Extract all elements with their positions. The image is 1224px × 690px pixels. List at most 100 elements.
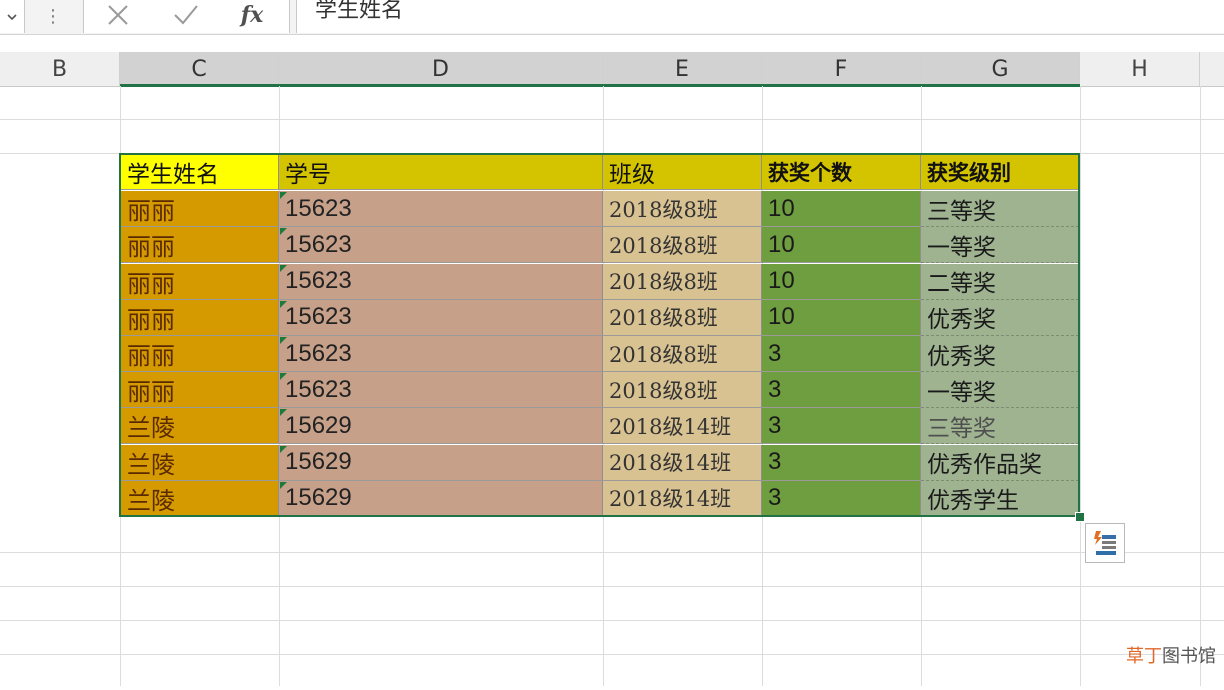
cell-class[interactable]: 2018级8班: [603, 336, 762, 372]
cell-award-count[interactable]: 3: [762, 480, 921, 517]
formula-buttons: fx: [83, 0, 290, 33]
cell-class[interactable]: 2018级8班: [603, 191, 762, 228]
cell-text: 3: [768, 339, 782, 367]
chevron-down-icon: [7, 13, 17, 20]
quick-analysis-button[interactable]: [1085, 523, 1125, 563]
column-header-h[interactable]: H: [1080, 52, 1200, 86]
cell-name[interactable]: 兰陵: [121, 408, 279, 445]
column-header-f[interactable]: F: [762, 52, 921, 86]
cell-name[interactable]: 兰陵: [121, 444, 279, 481]
cancel-button[interactable]: [98, 0, 138, 30]
number-as-text-indicator: [280, 481, 287, 489]
cell-class[interactable]: 2018级14班: [603, 444, 762, 481]
cell-class[interactable]: 2018级8班: [603, 227, 762, 264]
cell-student-id[interactable]: 15623: [279, 227, 603, 264]
number-as-text-indicator: [280, 409, 287, 417]
column-header-e[interactable]: E: [603, 52, 762, 86]
cell-award-count[interactable]: 3: [762, 444, 921, 481]
cell-award-count[interactable]: 10: [762, 263, 921, 300]
cell-student-id[interactable]: 15623: [279, 191, 603, 228]
cell-award-level[interactable]: 二等奖: [921, 263, 1079, 300]
cell-award-count[interactable]: 3: [762, 372, 921, 409]
cell-text: 三等奖: [927, 198, 996, 225]
cell-text: 优秀作品奖: [927, 452, 1042, 479]
quick-analysis-icon: [1094, 531, 1116, 555]
cell-award-level[interactable]: 优秀作品奖: [921, 444, 1079, 481]
cell-text: 15623: [285, 194, 352, 222]
header-cell-class[interactable]: 班级: [603, 155, 762, 191]
cell-text: 丽丽: [127, 305, 175, 334]
cell-text: 2018级8班: [609, 306, 718, 331]
cell-student-id[interactable]: 15629: [279, 444, 603, 481]
cell-text: 一等奖: [927, 379, 996, 406]
header-cell-award-count[interactable]: 获奖个数: [762, 155, 921, 191]
cell-text: 丽丽: [127, 197, 175, 226]
cell-class[interactable]: 2018级8班: [603, 263, 762, 300]
enter-button[interactable]: [166, 0, 206, 30]
column-header-c[interactable]: C: [120, 52, 279, 86]
name-box-dropdown[interactable]: [0, 0, 25, 33]
cell-award-level[interactable]: 优秀学生: [921, 480, 1079, 517]
cell-student-id[interactable]: 15623: [279, 372, 603, 409]
cell-name[interactable]: 丽丽: [121, 299, 279, 336]
cell-name[interactable]: 丽丽: [121, 263, 279, 300]
number-as-text-indicator: [280, 300, 287, 308]
cell-text: 2018级8班: [609, 342, 718, 367]
number-as-text-indicator: [280, 337, 287, 344]
cell-student-id[interactable]: 15623: [279, 263, 603, 300]
cell-text: 2018级14班: [609, 414, 732, 439]
cell-student-id[interactable]: 15623: [279, 336, 603, 372]
cell-award-level[interactable]: 三等奖: [921, 191, 1079, 228]
fill-handle[interactable]: [1075, 512, 1085, 522]
cell-text: 15623: [285, 375, 352, 403]
cell-text: 兰陵: [127, 450, 175, 479]
cell-text: 三等奖: [927, 415, 996, 442]
cell-award-count[interactable]: 10: [762, 191, 921, 228]
cell-name[interactable]: 兰陵: [121, 480, 279, 517]
cell-text: 15623: [285, 230, 352, 258]
cell-class[interactable]: 2018级8班: [603, 372, 762, 409]
cell-award-level[interactable]: 一等奖: [921, 372, 1079, 409]
header-cell-award-level[interactable]: 获奖级别: [921, 155, 1079, 191]
header-cell-name[interactable]: 学生姓名: [121, 155, 279, 191]
cell-name[interactable]: 丽丽: [121, 227, 279, 264]
cell-text: 兰陵: [127, 486, 175, 515]
cell-class[interactable]: 2018级8班: [603, 299, 762, 336]
cell-award-count[interactable]: 10: [762, 299, 921, 336]
cell-award-count[interactable]: 3: [762, 408, 921, 445]
cell-award-level[interactable]: 三等奖: [921, 408, 1079, 445]
cell-name[interactable]: 丽丽: [121, 336, 279, 372]
cell-text: 丽丽: [127, 269, 175, 298]
insert-function-button[interactable]: fx: [232, 0, 272, 30]
cell-award-level[interactable]: 一等奖: [921, 227, 1079, 264]
cell-text: 丽丽: [127, 342, 175, 370]
formula-input[interactable]: 学生姓名: [296, 0, 1224, 33]
cell-class[interactable]: 2018级14班: [603, 480, 762, 517]
cell-class[interactable]: 2018级14班: [603, 408, 762, 445]
header-cell-student-id[interactable]: 学号: [279, 155, 603, 191]
more-options-icon[interactable]: ⋮: [44, 0, 62, 33]
cell-text: 15629: [285, 484, 352, 512]
cell-text: 丽丽: [127, 378, 175, 407]
cell-name[interactable]: 丽丽: [121, 372, 279, 409]
cell-text: 2018级8班: [609, 197, 718, 222]
cell-award-level[interactable]: 优秀奖: [921, 299, 1079, 336]
cell-text: 2018级14班: [609, 487, 732, 512]
cell-text: 丽丽: [127, 233, 175, 262]
cell-text: 一等奖: [927, 234, 996, 261]
watermark: 草丁图书馆: [1126, 646, 1216, 667]
cell-award-count[interactable]: 3: [762, 336, 921, 372]
cell-student-id[interactable]: 15623: [279, 299, 603, 336]
cell-text: 15623: [285, 267, 352, 295]
cell-student-id[interactable]: 15629: [279, 480, 603, 517]
cell-text: 优秀学生: [927, 488, 1019, 515]
cell-name[interactable]: 丽丽: [121, 191, 279, 228]
column-header-g[interactable]: G: [921, 52, 1080, 86]
column-header-d[interactable]: D: [279, 52, 603, 86]
cell-text: 10: [768, 194, 795, 222]
column-header-b[interactable]: B: [0, 52, 120, 86]
cell-award-level[interactable]: 优秀奖: [921, 336, 1079, 372]
cell-award-count[interactable]: 10: [762, 227, 921, 264]
number-as-text-indicator: [280, 445, 287, 453]
cell-student-id[interactable]: 15629: [279, 408, 603, 445]
